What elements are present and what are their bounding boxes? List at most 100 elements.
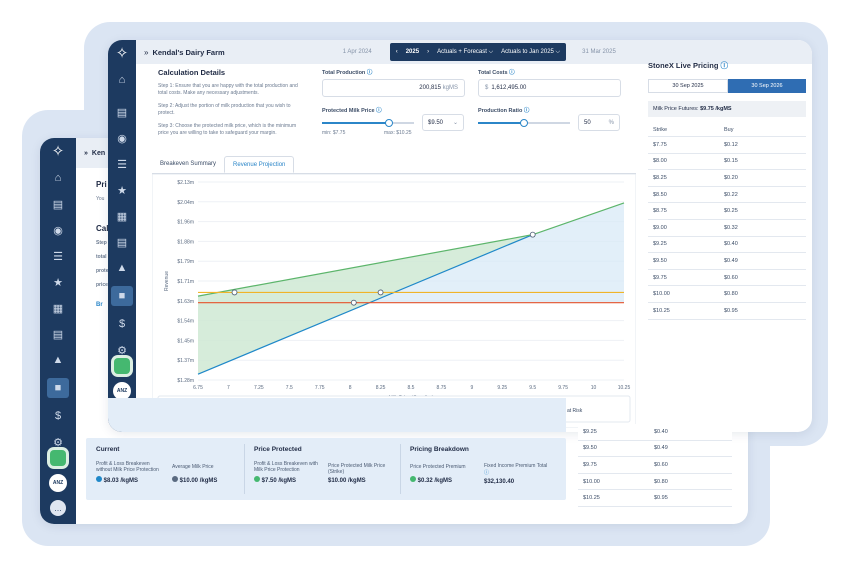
home-icon[interactable]: ⌂	[49, 170, 67, 186]
protected-price-slider[interactable]	[322, 119, 414, 127]
info-icon[interactable]: ⓘ	[484, 470, 489, 476]
tractor-icon[interactable]: ■	[47, 378, 69, 398]
network-icon[interactable]: ★	[113, 182, 131, 198]
bank-icon[interactable]: ▲	[113, 260, 131, 276]
calc-step-2: Step 2: Adjust the portion of milk produ…	[158, 103, 291, 116]
table-row[interactable]: $9.75 $0.60	[578, 457, 732, 474]
strike-cell: $9.25	[583, 428, 597, 435]
chart-icon[interactable]: ▤	[113, 104, 131, 120]
strike-cell: $8.75	[653, 208, 667, 215]
list-icon[interactable]: ☰	[113, 156, 131, 172]
bank-icon[interactable]: ▲	[49, 352, 67, 368]
back-cal-label: Cal	[96, 224, 109, 233]
info-icon[interactable]: ⓘ	[524, 108, 530, 114]
period-selector: ‹ 2025 › Actuals + Forecast ⌵ Actuals to…	[389, 43, 567, 61]
table-row[interactable]: $9.25 $0.40	[648, 237, 806, 254]
y-tick-label: $1.37m	[177, 358, 194, 364]
dot-green-icon	[410, 476, 416, 482]
info-icon[interactable]: ⓘ	[367, 70, 373, 76]
summary-average: Average Milk Price $10.00 /kgMS	[172, 464, 217, 484]
tab-30-sep-2026[interactable]: 30 Sep 2026	[728, 79, 806, 93]
chevron-down-icon: ⌵	[488, 48, 494, 55]
table-row[interactable]: $10.25 $0.95	[578, 490, 732, 507]
chart-icon[interactable]: ▤	[49, 196, 67, 212]
buy-cell: $0.49	[724, 257, 738, 264]
list-icon[interactable]: ☰	[49, 248, 67, 264]
table-row[interactable]: $9.25 $0.40	[578, 424, 732, 441]
total-production-input[interactable]: 200,815 kgMS	[322, 79, 465, 97]
x-tick-label: 9	[470, 385, 473, 391]
tab-revenue-projection[interactable]: Revenue Projection	[224, 156, 295, 173]
info-icon[interactable]: ⓘ	[509, 70, 515, 76]
strike-cell: $9.50	[583, 445, 597, 452]
table-row[interactable]: $9.75 $0.60	[648, 270, 806, 287]
cow-icon[interactable]: ◉	[49, 222, 67, 238]
strike-cell: $8.50	[653, 191, 667, 198]
stonex-panel: StoneX Live Pricing ⓘ 30 Sep 2025 30 Sep…	[648, 60, 806, 350]
info-icon[interactable]: ⓘ	[721, 61, 729, 70]
table-row[interactable]: $8.00 $0.15	[648, 154, 806, 171]
protected-price-select[interactable]: $9.50 ⌄	[422, 114, 464, 131]
futures-banner: Milk Price Futures: $9.75 /kgMS	[648, 101, 806, 117]
farm-name[interactable]: Kendal's Dairy Farm	[152, 48, 224, 57]
strike-cell: $10.25	[583, 495, 600, 502]
tab-breakeven-summary[interactable]: Breakeven Summary	[152, 156, 224, 173]
buy-cell: $0.40	[724, 241, 738, 248]
home-icon[interactable]: ⌂	[113, 72, 131, 88]
grid-icon[interactable]: ▦	[49, 300, 67, 316]
table-row[interactable]: $9.00 $0.32	[648, 220, 806, 237]
next-year-icon[interactable]: ›	[427, 49, 429, 55]
table-row[interactable]: $7.75 $0.12	[648, 137, 806, 154]
table-row[interactable]: $8.75 $0.25	[648, 203, 806, 220]
x-tick-label: 6.75	[193, 385, 203, 391]
collapse-icon[interactable]: »	[144, 48, 148, 57]
cow-icon[interactable]: ◉	[113, 130, 131, 146]
tractor-icon[interactable]: ■	[111, 286, 133, 306]
mode-select[interactable]: Actuals + Forecast ⌵	[437, 49, 493, 56]
production-ratio-input[interactable]: 50%	[578, 114, 620, 131]
x-tick-label: 8	[349, 385, 352, 391]
current-avg-row: $10.00 /kgMS	[172, 476, 217, 484]
table-row[interactable]: $9.50 $0.49	[648, 253, 806, 270]
tab-30-sep-2025[interactable]: 30 Sep 2025	[648, 79, 728, 93]
protected-price-slider-handle[interactable]	[385, 119, 394, 127]
status-icon[interactable]	[114, 358, 130, 375]
table-row[interactable]: $10.00 $0.80	[648, 286, 806, 303]
strike-cell: $8.25	[653, 174, 667, 181]
mode-label: Actuals + Forecast	[437, 48, 487, 55]
col-strike: Strike	[653, 126, 668, 133]
total-costs-value: 1,612,495.00	[491, 85, 527, 91]
back-tab-br[interactable]: Br	[96, 298, 109, 312]
table-row[interactable]: $10.00 $0.80	[578, 474, 732, 491]
grid-icon[interactable]: ▦	[113, 208, 131, 224]
y-tick-label: $1.71m	[177, 279, 194, 285]
dollar-icon[interactable]: $	[49, 408, 67, 424]
table-row[interactable]: $9.50 $0.49	[578, 441, 732, 458]
x-tick-label: 9.25	[497, 385, 507, 391]
summary-protected: Price Protected Profit & Loss Breakeven …	[254, 446, 322, 484]
buy-cell: $0.25	[724, 208, 738, 215]
info-icon[interactable]: ⓘ	[376, 108, 382, 114]
total-costs-input[interactable]: $1,612,495.00	[478, 79, 621, 97]
more-icon[interactable]: …	[50, 500, 66, 517]
production-ratio-slider-handle[interactable]	[520, 119, 528, 127]
table-row[interactable]: $8.50 $0.22	[648, 187, 806, 204]
settings-icon[interactable]: ⚙	[113, 342, 131, 358]
settings-icon[interactable]: ⚙	[49, 434, 67, 450]
table-row[interactable]: $10.25 $0.95	[648, 303, 806, 320]
protected-price-slider-fill	[322, 122, 390, 124]
table-row[interactable]: $8.25 $0.20	[648, 170, 806, 187]
period-select[interactable]: Actuals to Jan 2025 ⌵	[501, 49, 560, 56]
document-icon[interactable]: ▤	[113, 234, 131, 250]
x-tick-label: 7.5	[286, 385, 293, 391]
front-window: ✧ ⌂ ▤ ◉ ☰ ★ ▦ ▤ ▲ ■ $ ⚙ ANZ … » Kendal's…	[108, 40, 812, 432]
avatar[interactable]: ANZ	[49, 474, 67, 493]
production-ratio-slider[interactable]	[478, 119, 570, 127]
network-icon[interactable]: ★	[49, 274, 67, 290]
strike-cell: $10.00	[653, 291, 670, 298]
document-icon[interactable]: ▤	[49, 326, 67, 342]
status-icon[interactable]	[50, 450, 66, 467]
prev-year-icon[interactable]: ‹	[396, 49, 398, 55]
dollar-icon[interactable]: $	[113, 316, 131, 332]
back-you-label: You	[96, 196, 105, 202]
